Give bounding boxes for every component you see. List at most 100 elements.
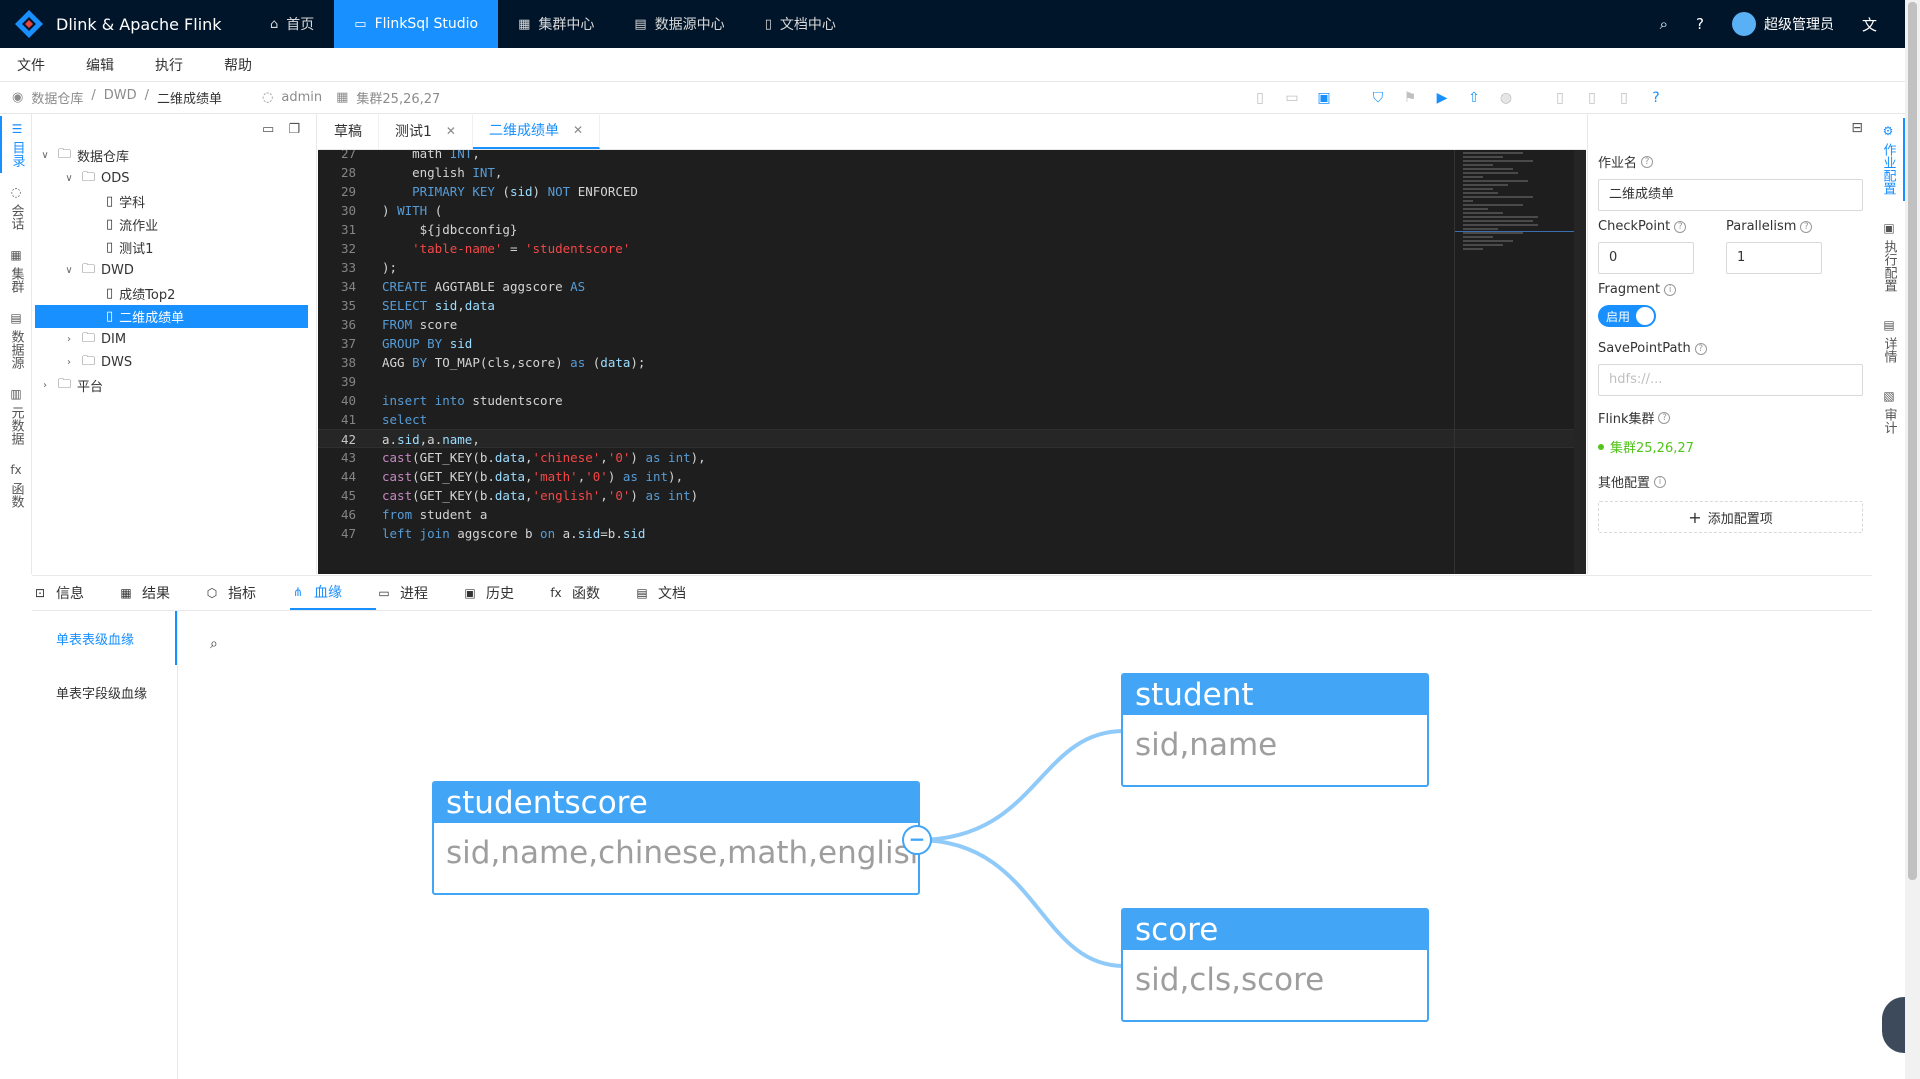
tree-node[interactable]: ▯ 测试1: [32, 236, 316, 259]
language-icon[interactable]: 文: [1862, 14, 1877, 35]
new-folder-icon[interactable]: ▭: [262, 122, 274, 137]
help-icon[interactable]: i: [1664, 283, 1677, 296]
stop-icon[interactable]: ◍: [1497, 90, 1515, 106]
bottom-tab[interactable]: ▦ 结果: [118, 576, 204, 610]
tree-node[interactable]: ∨ 🗀 ODS: [32, 167, 316, 190]
lineage-graph[interactable]: studentscore sid,name,chinese,math,engli…: [178, 611, 1905, 1079]
nav-item[interactable]: ⌂ 首页: [250, 0, 334, 48]
nav-item[interactable]: ▯ 文档中心: [745, 0, 856, 48]
savepoint-input[interactable]: hdfs://...: [1598, 364, 1863, 396]
bottom-tab[interactable]: ▭ 进程: [376, 576, 462, 610]
side-tab[interactable]: ▦ 集群: [0, 242, 32, 299]
bottom-tab[interactable]: ▣ 历史: [462, 576, 548, 610]
expand-arrow-icon[interactable]: ›: [62, 357, 76, 368]
editor-minimap[interactable]: [1454, 150, 1575, 574]
expand-arrow-icon[interactable]: ›: [38, 380, 52, 391]
side-tab[interactable]: ◌ 会话: [0, 179, 32, 236]
expand-arrow-icon[interactable]: ∨: [38, 150, 52, 161]
collapse-node-button[interactable]: −: [902, 825, 932, 855]
help-icon[interactable]: ?: [1674, 220, 1687, 233]
tree-node[interactable]: › 🗀 DIM: [32, 328, 316, 351]
side-tab[interactable]: ▥ 元数据: [0, 381, 32, 451]
bottom-tab[interactable]: fx 函数: [548, 576, 634, 610]
tree-node[interactable]: › 🗀 平台: [32, 374, 316, 397]
bottom-tab[interactable]: ⋔ 血缘: [290, 576, 376, 610]
close-icon[interactable]: ✕: [573, 123, 583, 137]
lineage-node-student[interactable]: student sid,name: [1121, 673, 1429, 787]
page-scrollbar[interactable]: [1905, 0, 1920, 1079]
cluster-select[interactable]: 集群25,26,27: [1598, 437, 1863, 456]
help-icon[interactable]: ?: [1694, 342, 1707, 355]
side-tab[interactable]: ▣ 执行配置: [1873, 215, 1905, 298]
close-icon[interactable]: ✕: [446, 124, 456, 138]
breadcrumb-item[interactable]: 数据仓库: [31, 88, 83, 107]
editor-scrollbar[interactable]: [1574, 150, 1586, 574]
help-icon[interactable]: ?: [1641, 155, 1654, 168]
code-editor[interactable]: 27 math INT, 28 english INT, 29 PRIMARY KE…: [318, 150, 1586, 574]
side-tab[interactable]: ▤ 详情: [1873, 312, 1905, 369]
nav-item[interactable]: ▤ 数据源中心: [614, 0, 744, 48]
flag-icon[interactable]: ⚑: [1401, 90, 1419, 106]
side-tab[interactable]: ☰ 目录: [0, 116, 32, 173]
menu-item[interactable]: 编辑: [69, 55, 138, 75]
bottom-tab[interactable]: ▤ 文档: [634, 576, 720, 610]
new-file-icon[interactable]: ▯: [1251, 90, 1269, 106]
submit-icon[interactable]: ⇧: [1465, 90, 1483, 106]
tree-node[interactable]: ▯ 流作业: [32, 213, 316, 236]
fragment-toggle[interactable]: 启用: [1598, 305, 1656, 327]
tree-node[interactable]: ∨ 🗀 DWD: [32, 259, 316, 282]
job-name-input[interactable]: 二维成绩单: [1598, 179, 1863, 211]
delete-icon[interactable]: ▯: [1615, 90, 1633, 106]
nav-item[interactable]: ▭ FlinkSql Studio: [334, 0, 499, 48]
line-number: 33: [340, 260, 356, 275]
checkpoint-input[interactable]: 0: [1598, 242, 1694, 274]
user-menu[interactable]: 超级管理员: [1731, 12, 1834, 36]
tree-node[interactable]: › 🗀 DWS: [32, 351, 316, 374]
breadcrumb-item[interactable]: DWD: [104, 88, 137, 107]
run-icon[interactable]: ▶: [1433, 90, 1451, 106]
copy-icon[interactable]: ▯: [1583, 90, 1601, 106]
cluster-icon: ▦: [10, 248, 22, 262]
editor-tab[interactable]: 测试1 ✕: [379, 113, 473, 149]
side-tab[interactable]: ▧ 审计: [1873, 383, 1905, 440]
help-icon[interactable]: ?: [1658, 411, 1671, 424]
help-icon[interactable]: ?: [1800, 220, 1813, 233]
tree-node[interactable]: ∨ 🗀 数据仓库: [32, 144, 316, 167]
minimize-icon[interactable]: ⊟: [1851, 120, 1863, 136]
status-dot: [1598, 443, 1604, 450]
bottom-tab[interactable]: ⊡ 信息: [32, 576, 118, 610]
export-icon[interactable]: ▯: [1551, 90, 1569, 106]
expand-arrow-icon[interactable]: ∨: [62, 173, 76, 184]
save-icon[interactable]: ▣: [1315, 90, 1333, 106]
lineage-menu-item[interactable]: 单表表级血缘: [32, 611, 177, 665]
add-config-button[interactable]: + 添加配置项: [1598, 501, 1863, 533]
collapse-all-icon[interactable]: ❐: [288, 122, 300, 137]
lineage-node-score[interactable]: score sid,cls,score: [1121, 908, 1429, 1022]
expand-arrow-icon[interactable]: ›: [62, 334, 76, 345]
editor-tab[interactable]: 二维成绩单 ✕: [472, 113, 601, 149]
nav-item[interactable]: ▦ 集群中心: [498, 0, 614, 48]
search-icon[interactable]: ⌕: [1660, 15, 1668, 33]
side-tab[interactable]: ▤ 数据源: [0, 305, 32, 375]
help-icon[interactable]: ?: [1696, 15, 1704, 33]
menu-item[interactable]: 执行: [138, 55, 207, 75]
side-tab[interactable]: fx 函数: [0, 457, 32, 514]
question-icon[interactable]: ?: [1647, 90, 1665, 106]
expand-arrow-icon[interactable]: ∨: [62, 265, 76, 276]
tree-node[interactable]: ▯ 成绩Top2: [32, 282, 316, 305]
lineage-node-studentscore[interactable]: studentscore sid,name,chinese,math,engli…: [432, 781, 920, 895]
bottom-tab[interactable]: ⬡ 指标: [204, 576, 290, 610]
parallelism-input[interactable]: 1: [1726, 242, 1822, 274]
open-folder-icon[interactable]: ▭: [1283, 90, 1301, 106]
check-icon[interactable]: ⛉: [1369, 90, 1387, 106]
editor-tab[interactable]: 草稿: [318, 113, 379, 149]
minimap-viewport[interactable]: [1455, 150, 1575, 232]
scrollbar-thumb[interactable]: [1908, 2, 1917, 880]
menu-item[interactable]: 帮助: [207, 55, 276, 75]
lineage-menu-item[interactable]: 单表字段级血缘: [32, 665, 177, 719]
tree-node[interactable]: ▯ 二维成绩单: [35, 305, 308, 328]
tree-node[interactable]: ▯ 学科: [32, 190, 316, 213]
menu-item[interactable]: 文件: [0, 55, 69, 75]
help-icon[interactable]: i: [1654, 475, 1667, 488]
side-tab[interactable]: ⚙ 作业配置: [1873, 118, 1905, 201]
